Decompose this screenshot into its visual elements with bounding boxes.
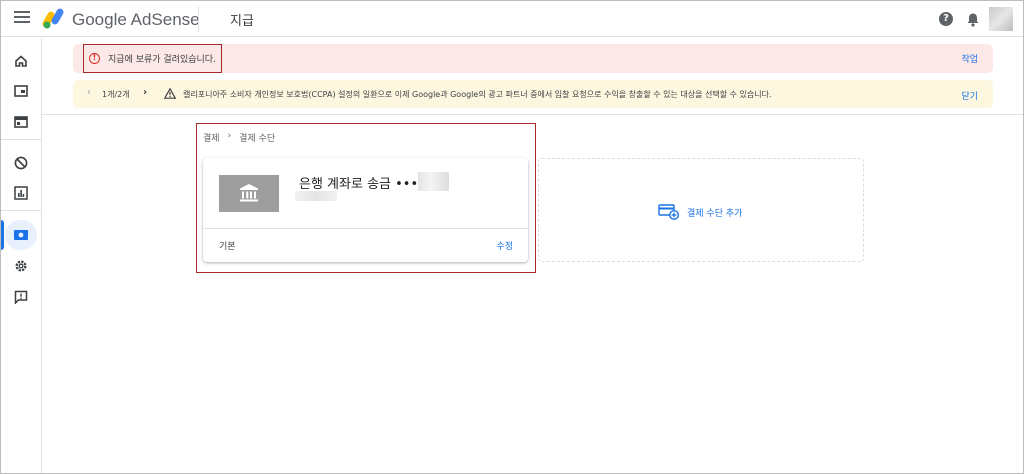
bell-icon[interactable] bbox=[966, 12, 980, 27]
notice-dismiss-link[interactable]: 닫기 bbox=[961, 89, 978, 102]
page-title: 지급 bbox=[230, 14, 254, 29]
annotation-box bbox=[83, 44, 222, 73]
payments-icon[interactable] bbox=[12, 226, 30, 244]
notice-message: 캘리포니아주 소비자 개인정보 보호법(CCPA) 설정의 일환으로 이제 Go… bbox=[183, 90, 772, 99]
help-icon[interactable]: ? bbox=[939, 12, 953, 26]
feedback-icon[interactable] bbox=[12, 288, 30, 306]
chevron-right-icon[interactable]: › bbox=[143, 87, 147, 98]
payment-method-card: 은행 계좌로 송금 •••• 기본 수정 bbox=[203, 158, 528, 262]
rail-divider bbox=[1, 139, 41, 140]
payment-hold-action-link[interactable]: 작업 bbox=[961, 52, 978, 65]
content-divider bbox=[42, 114, 1023, 115]
header-divider bbox=[198, 6, 199, 32]
breadcrumb-item-payment-methods: 결제 수단 bbox=[239, 134, 276, 144]
edit-payment-method-link[interactable]: 수정 bbox=[496, 239, 513, 252]
payment-method-title: 은행 계좌로 송금 •••• bbox=[299, 177, 426, 192]
redacted-account-number bbox=[418, 172, 449, 191]
ads-icon[interactable] bbox=[12, 82, 30, 100]
home-icon[interactable] bbox=[12, 52, 30, 70]
nav-rail bbox=[1, 38, 42, 473]
card-divider bbox=[203, 228, 528, 229]
breadcrumb-separator: › bbox=[227, 131, 232, 141]
redacted-account-detail bbox=[295, 191, 337, 201]
notice-banner: ‹ 1개/2개 › 캘리포니아주 소비자 개인정보 보호법(CCPA) 설정의 … bbox=[73, 80, 993, 108]
reports-icon[interactable] bbox=[12, 184, 30, 202]
bank-tile bbox=[219, 175, 279, 212]
top-app-bar: Google AdSense 지급 ? bbox=[1, 1, 1023, 37]
active-nav-indicator bbox=[1, 220, 4, 250]
add-payment-method-label: 결제 수단 추가 bbox=[687, 209, 743, 219]
block-icon[interactable] bbox=[12, 154, 30, 172]
chevron-left-icon[interactable]: ‹ bbox=[87, 87, 91, 98]
sites-icon[interactable] bbox=[12, 113, 30, 131]
notice-pager: 1개/2개 bbox=[102, 90, 130, 99]
add-card-icon bbox=[658, 204, 679, 220]
default-label: 기본 bbox=[219, 242, 236, 252]
settings-icon[interactable] bbox=[12, 257, 30, 275]
adsense-logo-icon bbox=[42, 8, 64, 29]
breadcrumb-item-payments[interactable]: 결제 bbox=[203, 131, 220, 144]
bank-icon bbox=[240, 184, 258, 202]
breadcrumb: 결제 › 결제 수단 bbox=[203, 131, 275, 144]
warning-icon bbox=[164, 88, 176, 99]
brand-name: Google AdSense bbox=[72, 10, 200, 29]
avatar[interactable] bbox=[989, 7, 1013, 31]
rail-divider bbox=[1, 210, 41, 211]
add-payment-method-button[interactable]: 결제 수단 추가 bbox=[538, 158, 864, 262]
menu-icon[interactable] bbox=[14, 11, 30, 25]
